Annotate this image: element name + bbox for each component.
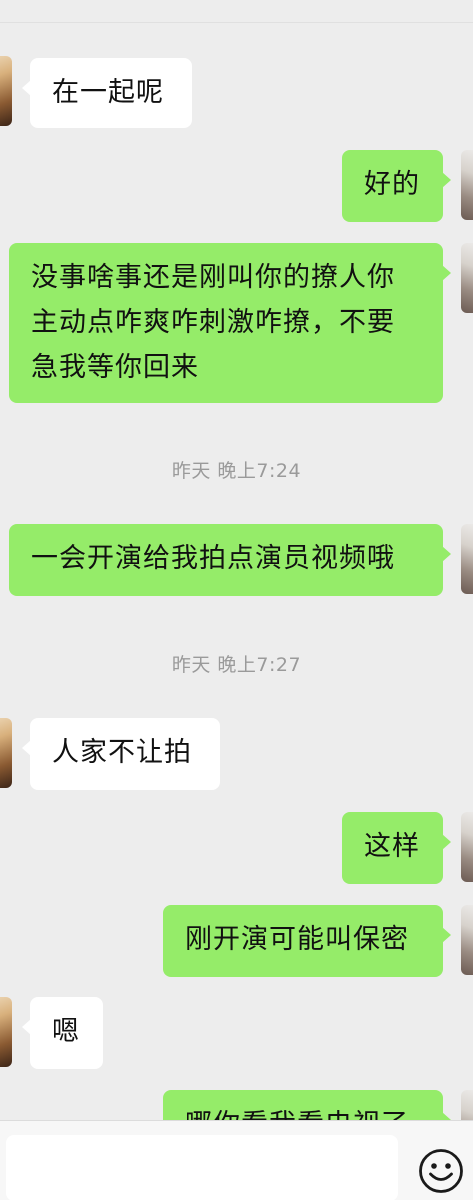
timestamp: 昨天 晚上7:27 <box>171 654 302 676</box>
message-bubble-outgoing[interactable]: 刚开演可能叫保密 <box>163 905 451 977</box>
message-text: 刚开演可能叫保密 <box>185 924 409 955</box>
message-bubble-outgoing[interactable]: 哪你看我看电视了 <box>163 1090 451 1120</box>
input-bar <box>0 1120 473 1200</box>
message-text: 好的 <box>364 169 420 200</box>
message-text: 没事啥事还是刚叫你的撩人你主动点咋爽咋刺激咋撩，不要急我等你回来 <box>31 262 395 383</box>
message-text: 一会开演给我拍点演员视频哦 <box>31 543 395 574</box>
contact-avatar[interactable] <box>0 997 12 1067</box>
message-bubble-incoming[interactable]: 人家不让拍 <box>22 718 220 790</box>
my-avatar[interactable] <box>461 1090 473 1120</box>
message-bubble-outgoing[interactable]: 没事啥事还是刚叫你的撩人你主动点咋爽咋刺激咋撩，不要急我等你回来 <box>9 243 451 403</box>
smiley-face-icon[interactable] <box>418 1148 464 1194</box>
contact-avatar[interactable] <box>0 718 12 788</box>
timestamp: 昨天 晚上7:24 <box>171 460 302 482</box>
message-text: 这样 <box>364 831 420 862</box>
message-text: 哪你看我看电视了 <box>185 1109 409 1120</box>
message-text: 人家不让拍 <box>52 737 192 768</box>
contact-avatar[interactable] <box>0 56 12 126</box>
my-avatar[interactable] <box>461 150 473 220</box>
message-bubble-outgoing[interactable]: 这样 <box>342 812 451 884</box>
my-avatar[interactable] <box>461 243 473 313</box>
message-list[interactable]: 在一起呢 好的 没事啥事还是刚叫你的撩人你主动点咋爽咋刺激咋撩，不要急我等你回来… <box>0 0 473 1120</box>
my-avatar[interactable] <box>461 905 473 975</box>
message-bubble-incoming[interactable]: 嗯 <box>22 997 103 1069</box>
my-avatar[interactable] <box>461 812 473 882</box>
message-bubble-outgoing[interactable]: 一会开演给我拍点演员视频哦 <box>9 524 451 596</box>
message-bubble-outgoing[interactable]: 好的 <box>342 150 451 222</box>
message-text: 在一起呢 <box>52 77 164 108</box>
message-text: 嗯 <box>52 1016 80 1047</box>
message-bubble-incoming[interactable]: 在一起呢 <box>22 58 192 128</box>
message-input[interactable] <box>6 1135 398 1200</box>
my-avatar[interactable] <box>461 524 473 594</box>
chat-window: 在一起呢 好的 没事啥事还是刚叫你的撩人你主动点咋爽咋刺激咋撩，不要急我等你回来… <box>0 0 473 1200</box>
top-divider <box>0 22 473 23</box>
